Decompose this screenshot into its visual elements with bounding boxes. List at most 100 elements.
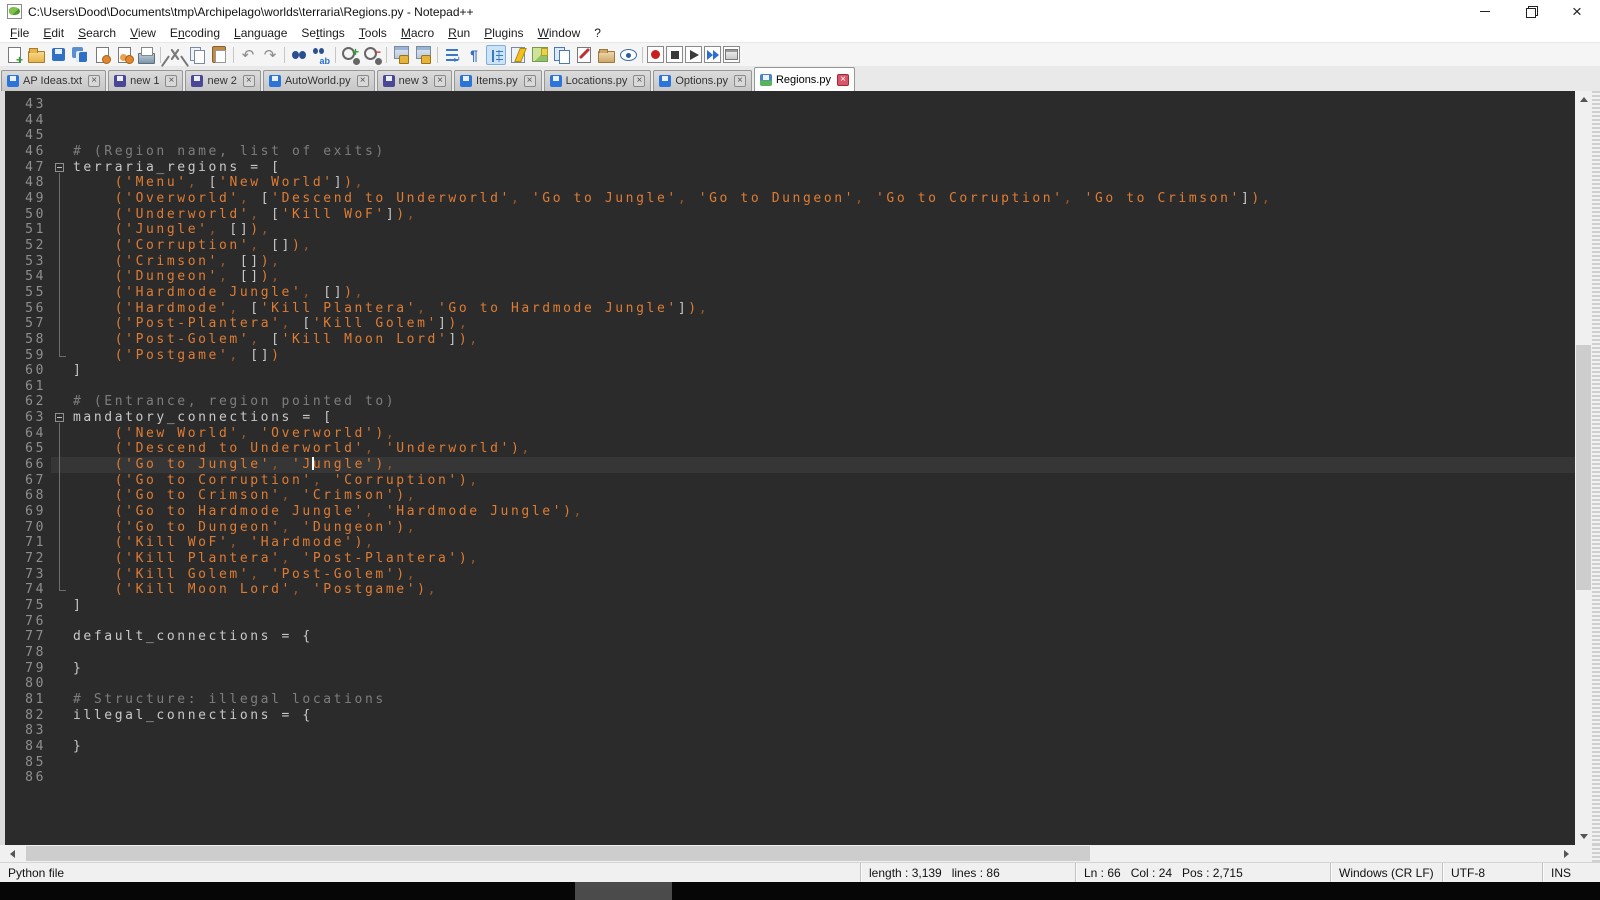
code-line[interactable]: 84}: [5, 739, 1575, 755]
define-language-icon[interactable]: [574, 45, 594, 65]
status-insert-mode[interactable]: INS: [1542, 863, 1600, 882]
macro-save-icon[interactable]: [723, 46, 740, 63]
copy-icon[interactable]: [187, 45, 207, 65]
code-line[interactable]: 60]: [5, 363, 1575, 379]
print-icon[interactable]: [136, 45, 156, 65]
horizontal-scrollbar-thumb[interactable]: [26, 846, 1090, 861]
code-line[interactable]: 54 ('Dungeon', []),: [5, 269, 1575, 285]
menu-macro[interactable]: Macro: [394, 24, 441, 42]
document-map-icon[interactable]: [508, 45, 528, 65]
code-line[interactable]: 47terraria_regions = [: [5, 160, 1575, 176]
scroll-up-arrow[interactable]: [1575, 91, 1592, 108]
code-line[interactable]: 51 ('Jungle', []),: [5, 222, 1575, 238]
code-line[interactable]: 46# (Region name, list of exits): [5, 144, 1575, 160]
macro-play-icon[interactable]: [685, 46, 702, 63]
tab-new-1[interactable]: new 1×: [108, 70, 183, 91]
code-line[interactable]: 75]: [5, 598, 1575, 614]
sync-vertical-scroll-icon[interactable]: [391, 45, 411, 65]
code-line[interactable]: 53 ('Crimson', []),: [5, 254, 1575, 270]
code-line[interactable]: 43: [5, 97, 1575, 113]
cut-icon[interactable]: [165, 45, 185, 65]
menu-view[interactable]: View: [123, 24, 163, 42]
code-line[interactable]: 58 ('Post-Golem', ['Kill Moon Lord']),: [5, 332, 1575, 348]
show-all-characters-icon[interactable]: [464, 45, 484, 65]
show-indent-guide-icon[interactable]: [486, 45, 506, 65]
code-line[interactable]: 68 ('Go to Crimson', 'Crimson'),: [5, 488, 1575, 504]
tab-close-icon[interactable]: ×: [734, 75, 746, 87]
code-line[interactable]: 67 ('Go to Corruption', 'Corruption'),: [5, 473, 1575, 489]
code-line[interactable]: 62# (Entrance, region pointed to): [5, 394, 1575, 410]
macro-run-multiple-icon[interactable]: [704, 46, 721, 63]
code-line[interactable]: 86: [5, 770, 1575, 786]
vertical-scrollbar-thumb[interactable]: [1576, 345, 1591, 590]
replace-icon[interactable]: [311, 45, 331, 65]
close-button[interactable]: [1554, 0, 1600, 23]
tab-new-3[interactable]: new 3×: [377, 70, 452, 91]
tab-new-2[interactable]: new 2×: [185, 70, 260, 91]
horizontal-scrollbar[interactable]: [0, 845, 1575, 862]
menu-settings[interactable]: Settings: [294, 24, 351, 42]
tab-close-icon[interactable]: ×: [524, 75, 536, 87]
tab-ap-ideas-txt[interactable]: AP Ideas.txt×: [1, 70, 106, 91]
function-list-icon[interactable]: [552, 45, 572, 65]
tab-regions-py[interactable]: Regions.py×: [754, 67, 855, 91]
code-area[interactable]: 43444546# (Region name, list of exits)47…: [5, 91, 1575, 845]
open-file-icon[interactable]: [26, 45, 46, 65]
code-line[interactable]: 49 ('Overworld', ['Descend to Underworld…: [5, 191, 1575, 207]
menu-search[interactable]: Search: [71, 24, 123, 42]
menu-window[interactable]: Window: [531, 24, 588, 42]
menu-plugins[interactable]: Plugins: [477, 24, 530, 42]
code-line[interactable]: 63mandatory_connections = [: [5, 410, 1575, 426]
menu-encoding[interactable]: Encoding: [163, 24, 227, 42]
scroll-down-arrow[interactable]: [1575, 828, 1592, 845]
code-line[interactable]: 57 ('Post-Plantera', ['Kill Golem']),: [5, 316, 1575, 332]
minimize-button[interactable]: [1462, 0, 1508, 23]
vertical-scrollbar[interactable]: [1575, 91, 1592, 845]
macro-stop-icon[interactable]: [666, 46, 683, 63]
menu-language[interactable]: Language: [227, 24, 294, 42]
code-line[interactable]: 44: [5, 113, 1575, 129]
scroll-right-arrow[interactable]: [1558, 845, 1575, 862]
tab-locations-py[interactable]: Locations.py×: [544, 70, 652, 91]
code-line[interactable]: 72 ('Kill Plantera', 'Post-Plantera'),: [5, 551, 1575, 567]
restore-button[interactable]: [1508, 0, 1554, 23]
find-icon[interactable]: [289, 45, 309, 65]
code-line[interactable]: 78: [5, 645, 1575, 661]
code-line[interactable]: 77default_connections = {: [5, 629, 1575, 645]
macro-record-icon[interactable]: [647, 46, 664, 63]
code-line[interactable]: 59 ('Postgame', []): [5, 348, 1575, 364]
tab-close-icon[interactable]: ×: [434, 75, 446, 87]
code-line[interactable]: 70 ('Go to Dungeon', 'Dungeon'),: [5, 520, 1575, 536]
code-line[interactable]: 71 ('Kill WoF', 'Hardmode'),: [5, 535, 1575, 551]
code-line[interactable]: 85: [5, 755, 1575, 771]
tab-close-icon[interactable]: ×: [165, 75, 177, 87]
code-line[interactable]: 45: [5, 128, 1575, 144]
zoom-out-icon[interactable]: [362, 45, 382, 65]
code-line[interactable]: 52 ('Corruption', []),: [5, 238, 1575, 254]
zoom-in-icon[interactable]: [340, 45, 360, 65]
code-line[interactable]: 65 ('Descend to Underworld', 'Underworld…: [5, 441, 1575, 457]
tab-close-icon[interactable]: ×: [837, 74, 849, 86]
redo-icon[interactable]: [260, 45, 280, 65]
code-line[interactable]: 81# Structure: illegal locations: [5, 692, 1575, 708]
code-line[interactable]: 69 ('Go to Hardmode Jungle', 'Hardmode J…: [5, 504, 1575, 520]
undo-icon[interactable]: [238, 45, 258, 65]
code-line[interactable]: 66 ('Go to Jungle', 'Jungle'),: [5, 457, 1575, 473]
menu-run[interactable]: Run: [441, 24, 477, 42]
status-eol-format[interactable]: Windows (CR LF): [1330, 863, 1442, 882]
tab-close-icon[interactable]: ×: [357, 75, 369, 87]
code-line[interactable]: 79}: [5, 661, 1575, 677]
menu-edit[interactable]: Edit: [36, 24, 71, 42]
code-line[interactable]: 76: [5, 614, 1575, 630]
tab-close-icon[interactable]: ×: [243, 75, 255, 87]
document-list-icon[interactable]: [530, 45, 550, 65]
code-line[interactable]: 64 ('New World', 'Overworld'),: [5, 426, 1575, 442]
code-line[interactable]: 48 ('Menu', ['New World']),: [5, 175, 1575, 191]
code-line[interactable]: 61: [5, 379, 1575, 395]
fold-collapse-icon[interactable]: [51, 160, 73, 176]
save-all-icon[interactable]: [70, 45, 90, 65]
code-line[interactable]: 73 ('Kill Golem', 'Post-Golem'),: [5, 567, 1575, 583]
scroll-left-arrow[interactable]: [4, 845, 21, 862]
paste-icon[interactable]: [209, 45, 229, 65]
fold-collapse-icon[interactable]: [51, 410, 73, 426]
